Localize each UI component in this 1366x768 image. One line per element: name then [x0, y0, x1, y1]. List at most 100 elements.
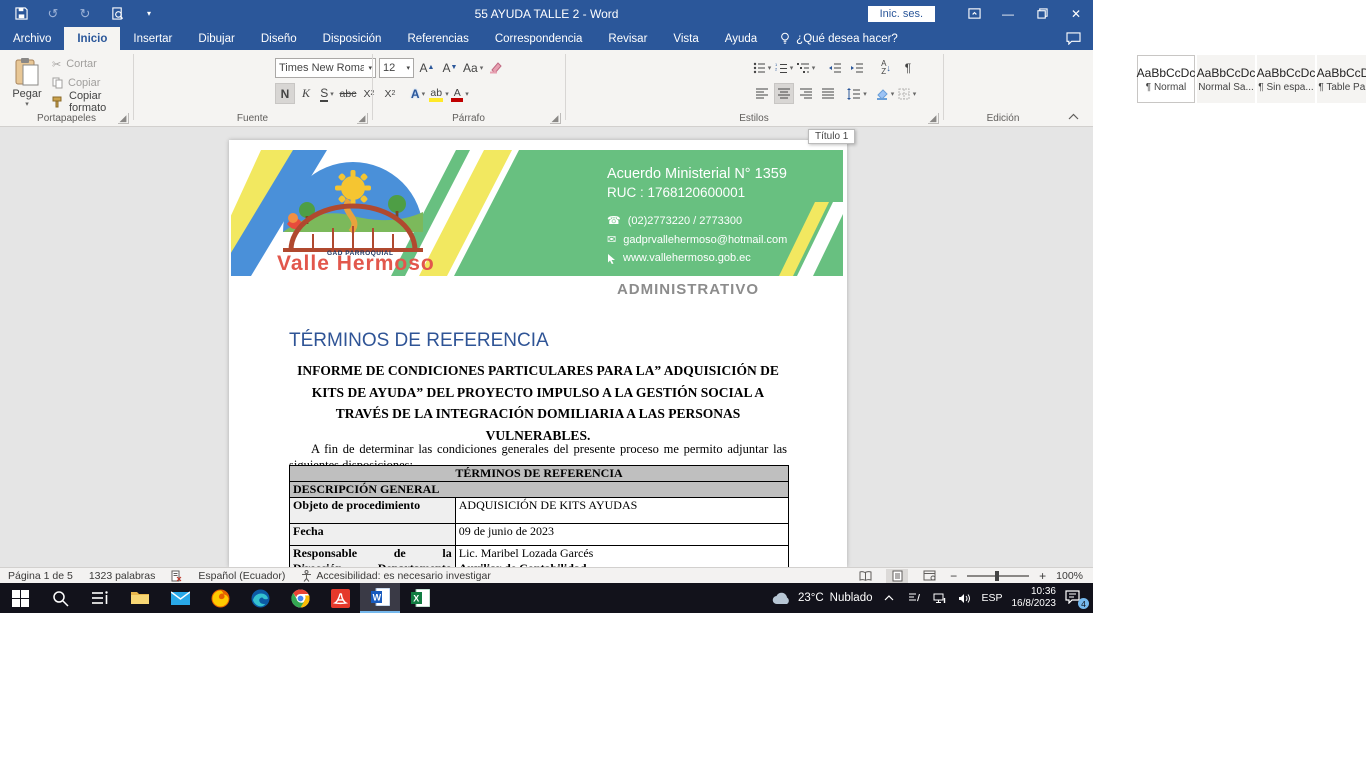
- accessibility-status[interactable]: Accesibilidad: es necesario investigar: [293, 570, 499, 582]
- style-normal-sa[interactable]: AaBbCcDc Normal Sa...: [1197, 55, 1255, 103]
- italic-button[interactable]: K: [296, 83, 316, 104]
- paragraph-dialog-launcher[interactable]: ◢: [550, 113, 561, 124]
- word-count[interactable]: 1323 palabras: [81, 570, 164, 582]
- print-layout-icon[interactable]: [886, 569, 908, 583]
- strikethrough-button[interactable]: abc: [338, 83, 358, 104]
- style-normal[interactable]: AaBbCcDc ¶ Normal: [1137, 55, 1195, 103]
- clock-date: 16/8/2023: [1012, 598, 1057, 611]
- style-tooltip: Título 1: [808, 129, 855, 144]
- paste-dropdown-icon[interactable]: ▾: [7, 100, 47, 108]
- clipboard-dialog-launcher[interactable]: ◢: [118, 113, 129, 124]
- banner-phone: (02)2773220 / 2773300: [628, 215, 742, 227]
- close-button[interactable]: ✕: [1059, 0, 1093, 27]
- row-label: Responsable de la Dirección Departamento: [290, 546, 456, 568]
- doc-heading: TÉRMINOS DE REFERENCIA: [289, 330, 549, 352]
- web-layout-icon[interactable]: [918, 569, 940, 583]
- tab-vista[interactable]: Vista: [660, 27, 711, 50]
- tab-dibujar[interactable]: Dibujar: [185, 27, 247, 50]
- language-indicator[interactable]: Español (Ecuador): [190, 570, 293, 582]
- zoom-in-button[interactable]: +: [1039, 569, 1046, 583]
- ribbon-display-options-icon[interactable]: [957, 0, 991, 27]
- save-icon[interactable]: [12, 5, 30, 23]
- styles-dialog-launcher[interactable]: ◢: [928, 113, 939, 124]
- weather-text: Nublado: [830, 592, 873, 604]
- phone-icon: ☎: [607, 214, 621, 227]
- group-label-parrafo: Párrafo: [372, 113, 565, 124]
- table-title: TÉRMINOS DE REFERENCIA: [290, 466, 789, 482]
- word-icon[interactable]: W: [360, 583, 400, 613]
- zoom-slider[interactable]: [967, 575, 1029, 577]
- chrome-icon[interactable]: [280, 583, 320, 613]
- bold-button[interactable]: N: [275, 83, 295, 104]
- read-mode-icon[interactable]: [854, 569, 876, 583]
- document-page[interactable]: GAD PARROQUIAL Valle Hermoso Acuerdo Min…: [229, 140, 847, 567]
- tab-correspondencia[interactable]: Correspondencia: [482, 27, 596, 50]
- tab-ayuda[interactable]: Ayuda: [712, 27, 770, 50]
- letterhead-banner: GAD PARROQUIAL Valle Hermoso Acuerdo Min…: [231, 150, 843, 276]
- tab-disposicion[interactable]: Disposición: [310, 27, 395, 50]
- document-area[interactable]: Título 1: [0, 127, 1093, 567]
- format-painter-label: Copiar formato: [69, 90, 133, 114]
- sign-in-button[interactable]: Inic. ses.: [868, 6, 935, 22]
- row-label: Fecha: [290, 524, 456, 546]
- page-indicator[interactable]: Página 1 de 5: [0, 570, 81, 582]
- undo-icon[interactable]: ↺: [44, 5, 62, 23]
- acrobat-icon[interactable]: [320, 583, 360, 613]
- group-label-fuente: Fuente: [133, 113, 372, 124]
- proofing-error-icon[interactable]: [163, 570, 190, 582]
- banner-email: gadprvallehermoso@hotmail.com: [623, 234, 787, 246]
- underline-button[interactable]: S▾: [317, 83, 337, 104]
- firefox-icon[interactable]: [200, 583, 240, 613]
- volume-icon[interactable]: [956, 593, 972, 604]
- tab-archivo[interactable]: Archivo: [0, 27, 64, 50]
- minimize-button[interactable]: —: [991, 0, 1025, 27]
- style-table-pa[interactable]: AaBbCcDc ¶ Table Pa...: [1317, 55, 1366, 103]
- paste-button[interactable]: Pegar ▾: [7, 55, 47, 117]
- comment-icon[interactable]: [1066, 32, 1081, 45]
- row-value: Lic. Maribel Lozada Garcés Auxiliar de C…: [455, 546, 788, 568]
- tab-inicio[interactable]: Inicio: [64, 27, 120, 50]
- clock[interactable]: 10:36 16/8/2023: [1012, 586, 1057, 611]
- zoom-level[interactable]: 100%: [1056, 570, 1083, 582]
- reference-table: TÉRMINOS DE REFERENCIA DESCRIPCIÓN GENER…: [289, 465, 789, 567]
- collapse-ribbon-icon[interactable]: [1068, 113, 1079, 120]
- qat-customize-icon[interactable]: ▾: [140, 5, 158, 23]
- tab-referencias[interactable]: Referencias: [394, 27, 481, 50]
- copy-button[interactable]: Copiar: [52, 75, 133, 91]
- row-value: 09 de junio de 2023: [455, 524, 788, 546]
- tab-revisar[interactable]: Revisar: [595, 27, 660, 50]
- zoom-slider-thumb[interactable]: [995, 571, 999, 581]
- windows-ink-icon[interactable]: [906, 592, 922, 604]
- start-button[interactable]: [0, 583, 40, 613]
- font-name-combo[interactable]: Times New Roma ▾: [275, 58, 376, 78]
- zoom-out-button[interactable]: −: [950, 569, 957, 583]
- copy-label: Copiar: [68, 77, 100, 89]
- cursor-icon: [607, 253, 616, 264]
- mail-icon-taskbar[interactable]: [160, 583, 200, 613]
- format-painter-button[interactable]: Copiar formato: [52, 94, 133, 110]
- tray-chevron-icon[interactable]: [881, 595, 897, 601]
- tell-me-box[interactable]: ¿Qué desea hacer?: [770, 27, 908, 50]
- svg-text:X: X: [413, 594, 419, 604]
- doc-subtitle: INFORME DE CONDICIONES PARTICULARES PARA…: [287, 360, 789, 446]
- network-icon[interactable]: [931, 593, 947, 604]
- cut-button[interactable]: ✂ Cortar: [52, 56, 133, 72]
- tab-insertar[interactable]: Insertar: [120, 27, 185, 50]
- task-view-icon[interactable]: [80, 583, 120, 613]
- language-tray[interactable]: ESP: [981, 592, 1002, 604]
- weather-widget[interactable]: 23°C Nublado: [772, 592, 873, 605]
- print-preview-icon[interactable]: [108, 5, 126, 23]
- tab-diseno[interactable]: Diseño: [248, 27, 310, 50]
- notification-center-icon[interactable]: 4: [1065, 590, 1085, 606]
- edge-icon[interactable]: [240, 583, 280, 613]
- font-dialog-launcher[interactable]: ◢: [357, 113, 368, 124]
- style-sin-espaciado[interactable]: AaBbCcDc ¶ Sin espa...: [1257, 55, 1315, 103]
- restore-button[interactable]: [1025, 0, 1059, 27]
- banner-website: www.vallehermoso.gob.ec: [623, 252, 751, 264]
- excel-icon[interactable]: X: [400, 583, 440, 613]
- taskbar-search-icon[interactable]: [40, 583, 80, 613]
- weather-temp: 23°C: [798, 592, 824, 604]
- redo-icon[interactable]: ↻: [76, 5, 94, 23]
- font-name-value: Times New Roma: [279, 62, 364, 74]
- file-explorer-icon[interactable]: [120, 583, 160, 613]
